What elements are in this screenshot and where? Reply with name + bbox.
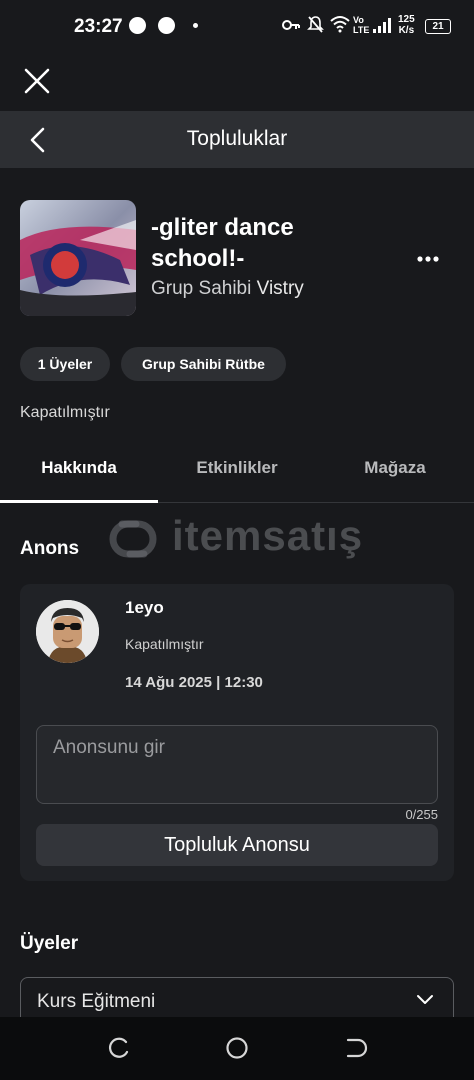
group-status: Kapatılmıştır — [20, 404, 110, 421]
post-date: 14 Ağu 2025 | 12:30 — [125, 674, 263, 691]
more-notifications-icon — [193, 23, 198, 28]
key-icon — [282, 20, 300, 30]
notification-icon — [129, 17, 146, 34]
tab-about[interactable]: Hakkında — [0, 458, 158, 478]
battery-icon: 21 — [425, 19, 451, 34]
page-title: Topluluklar — [186, 127, 288, 150]
role-select-value: Kurs Eğitmeni — [37, 991, 156, 1012]
recent-apps-icon[interactable] — [106, 1036, 132, 1060]
announcement-section-title: Anons — [20, 538, 80, 559]
notification-icon — [158, 17, 175, 34]
char-count: 0/255 — [405, 807, 438, 822]
close-icon[interactable] — [22, 66, 52, 96]
watermark-text: itemsatış — [172, 512, 364, 559]
owner-prefix: Grup Sahibi — [151, 278, 252, 299]
post-status: Kapatılmıştır — [125, 636, 204, 652]
network-type: Vo LTE — [353, 15, 370, 35]
home-icon[interactable] — [225, 1036, 249, 1060]
back-nav-icon[interactable] — [342, 1036, 368, 1060]
wifi-icon — [330, 16, 350, 33]
group-name: -gliter dance school!- — [151, 214, 294, 272]
tab-events[interactable]: Etkinlikler — [158, 458, 316, 478]
network-speed: 125 K/s — [398, 14, 415, 36]
bell-off-icon — [307, 16, 324, 33]
owner-rank-badge[interactable]: Grup Sahibi Rütbe — [121, 347, 286, 381]
tab-store[interactable]: Mağaza — [316, 458, 474, 478]
speed-value: 125 — [398, 14, 415, 25]
speed-unit: K/s — [398, 25, 415, 36]
announcement-input[interactable] — [36, 725, 438, 804]
more-options-icon[interactable] — [416, 254, 440, 264]
status-time: 23:27 — [74, 16, 123, 37]
avatar[interactable] — [36, 600, 99, 663]
members-count-badge[interactable]: 1 Üyeler — [20, 347, 110, 381]
watermark-logo-icon — [109, 520, 157, 558]
community-announcement-button[interactable]: Topluluk Anonsu — [36, 824, 438, 866]
chevron-down-icon[interactable] — [416, 993, 434, 1005]
active-tab-indicator — [0, 500, 158, 503]
owner-name[interactable]: Vistry — [257, 278, 304, 299]
poster-name[interactable]: 1eyo — [125, 598, 164, 618]
signal-icon — [373, 18, 391, 33]
group-owner: Grup Sahibi Vistry — [151, 278, 304, 300]
group-thumbnail — [20, 200, 136, 316]
members-section-title: Üyeler — [20, 933, 79, 954]
